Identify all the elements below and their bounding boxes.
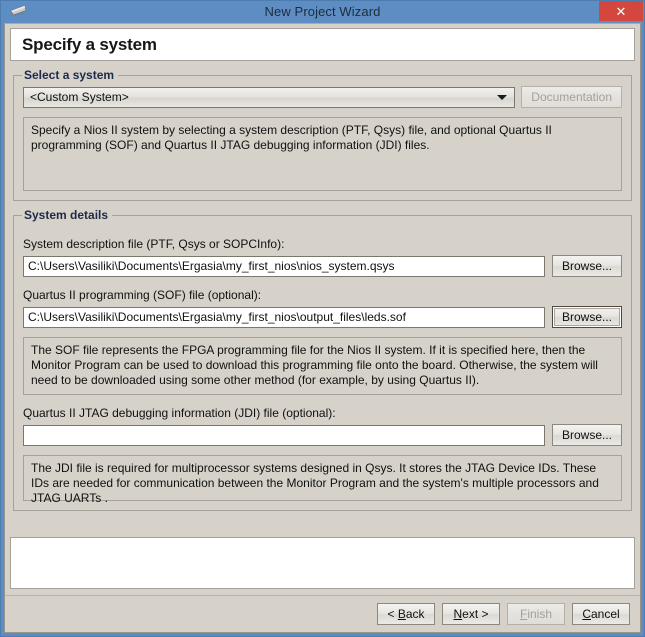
- browse-sof-button[interactable]: Browse...: [551, 306, 622, 328]
- finish-button[interactable]: Finish: [507, 603, 565, 625]
- system-combo-value: <Custom System>: [30, 90, 129, 104]
- client-area: Specify a system Select a system <Custom…: [4, 23, 641, 633]
- system-details-label: System details: [22, 208, 113, 222]
- close-icon[interactable]: ✕: [599, 1, 643, 21]
- select-system-description: Specify a Nios II system by selecting a …: [23, 117, 622, 191]
- sof-file-row: C:\Users\Vasiliki\Documents\Ergasia\my_f…: [23, 306, 622, 328]
- select-a-system-label: Select a system: [22, 68, 119, 82]
- page-title: Specify a system: [22, 34, 157, 54]
- system-description-file-label: System description file (PTF, Qsys or SO…: [23, 237, 285, 251]
- sof-file-label: Quartus II programming (SOF) file (optio…: [23, 288, 262, 302]
- next-button-label: Next >: [453, 607, 489, 621]
- system-details-group: System details System description file (…: [13, 208, 632, 511]
- browse-system-description-button[interactable]: Browse...: [551, 255, 622, 277]
- wizard-button-bar: < Back Next > Finish Cancel: [5, 595, 640, 632]
- select-a-system-group: Select a system <Custom System> Document…: [13, 68, 632, 201]
- finish-button-label: Finish: [519, 607, 553, 621]
- sof-file-input[interactable]: C:\Users\Vasiliki\Documents\Ergasia\my_f…: [23, 306, 545, 328]
- wizard-body: Select a system <Custom System> Document…: [5, 61, 640, 527]
- system-combo[interactable]: <Custom System>: [23, 86, 516, 108]
- page-header: Specify a system: [10, 28, 635, 61]
- system-description-file-input[interactable]: C:\Users\Vasiliki\Documents\Ergasia\my_f…: [23, 255, 545, 277]
- chevron-down-icon: [497, 95, 508, 100]
- sof-description: The SOF file represents the FPGA program…: [23, 337, 622, 395]
- jdi-file-row: Browse...: [23, 424, 622, 446]
- documentation-button[interactable]: Documentation: [521, 86, 622, 108]
- jdi-file-label: Quartus II JTAG debugging information (J…: [23, 406, 336, 420]
- system-description-file-row: C:\Users\Vasiliki\Documents\Ergasia\my_f…: [23, 255, 622, 277]
- system-select-row: <Custom System> Documentation: [23, 86, 622, 108]
- jdi-description: The JDI file is required for multiproces…: [23, 455, 622, 505]
- window-title: New Project Wizard: [264, 4, 381, 19]
- next-button[interactable]: Next >: [442, 603, 500, 625]
- jdi-file-input[interactable]: [23, 424, 545, 446]
- message-panel: [10, 537, 635, 589]
- new-project-wizard-window: New Project Wizard ✕ Specify a system Se…: [0, 0, 645, 637]
- back-button[interactable]: < Back: [377, 603, 435, 625]
- cancel-button[interactable]: Cancel: [572, 603, 630, 625]
- cancel-button-label: Cancel: [582, 607, 620, 621]
- title-bar: New Project Wizard ✕: [1, 1, 644, 23]
- back-button-label: < Back: [387, 607, 425, 621]
- browse-jdi-button[interactable]: Browse...: [551, 424, 622, 446]
